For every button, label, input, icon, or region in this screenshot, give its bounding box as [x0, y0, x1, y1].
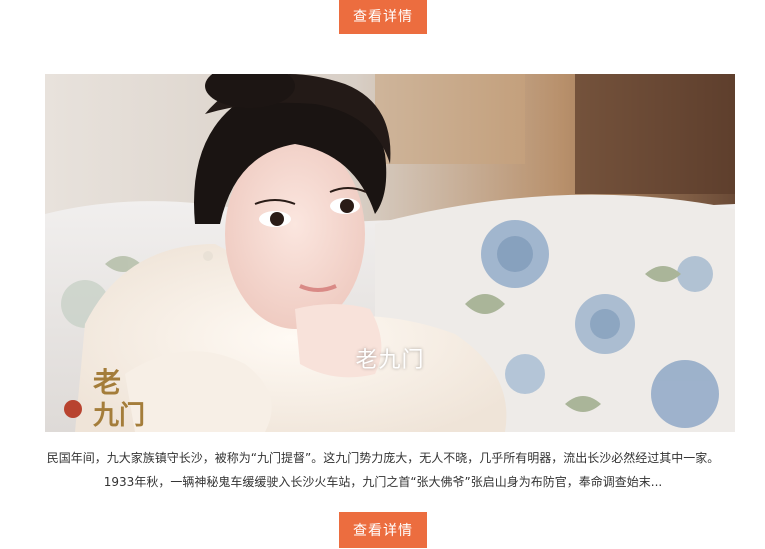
- hero-photo: 老 九门: [45, 74, 735, 432]
- page: 查看详情 老 九门 老九门 民国年间，九大家族镇守长沙，被称为“九门提督”。这九…: [0, 0, 765, 549]
- description-text: 民国年间，九大家族镇守长沙，被称为“九门提督”。这九门势力庞大，无人不晓，几乎所…: [46, 451, 720, 489]
- hero-image[interactable]: 老 九门 老九门: [45, 74, 735, 432]
- view-details-button-top[interactable]: 查看详情: [339, 0, 427, 34]
- hero-title: 老九门: [355, 348, 425, 373]
- view-details-button-bottom[interactable]: 查看详情: [339, 512, 427, 548]
- svg-text:九门: 九门: [92, 401, 145, 431]
